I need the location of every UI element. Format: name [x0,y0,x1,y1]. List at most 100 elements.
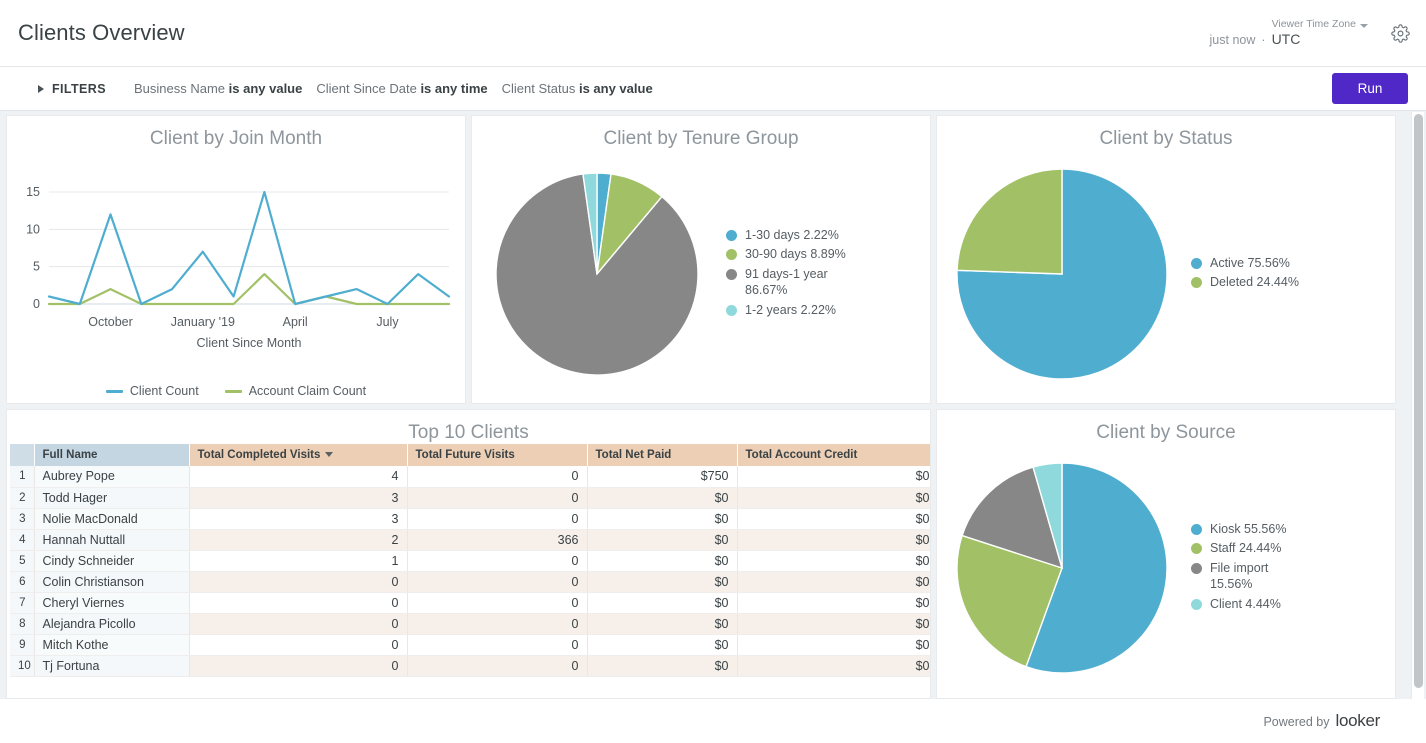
column-header-total-completed-visits[interactable]: Total Completed Visits [189,444,408,466]
table-row[interactable]: 7 Cheryl Viernes 0 0 $0 $0 [10,592,930,614]
table-row[interactable]: 10 Tj Fortuna 0 0 $0 $0 [10,655,930,677]
cell-full-name: Colin Christianson [34,571,190,593]
gear-icon[interactable] [1386,20,1414,48]
filters-label: FILTERS [52,81,106,96]
legend-item[interactable]: 1-2 years 2.22% [726,302,922,319]
scrollbar-thumb[interactable] [1414,114,1423,688]
pie-holder[interactable] [472,169,722,379]
timezone-group[interactable]: just now · Viewer Time Zone UTC [1210,18,1368,49]
filter-chip-client-status[interactable]: Client Status is any value [502,81,653,96]
tile-title: Client by Tenure Group [603,128,799,149]
row-index: 8 [10,613,35,635]
legend-label: 1-30 days 2.22% [745,227,839,242]
cell-full-name: Aubrey Pope [34,466,190,488]
table-row[interactable]: 2 Todd Hager 3 0 $0 $0 [10,487,930,509]
legend-item[interactable]: Kiosk 55.56% [1191,521,1387,538]
pie-legend-tenure: 1-30 days 2.22% 30-90 days 8.89% 91 days… [722,227,930,322]
cell-full-name: Cheryl Viernes [34,592,190,614]
cell-total-future-visits: 366 [407,529,588,551]
table-row[interactable]: 8 Alejandra Picollo 0 0 $0 $0 [10,613,930,635]
cell-full-name: Nolie MacDonald [34,508,190,530]
dashboard-footer: Powered by looker [0,699,1426,743]
cell-total-future-visits: 0 [407,655,588,677]
cell-total-account-credit: $0 [737,571,930,593]
cell-full-name: Hannah Nuttall [34,529,190,551]
pie-chart-tenure [495,172,699,376]
tile-client-by-source[interactable]: Client by Source Kiosk 55.56% Staff 24.4… [936,409,1396,699]
table-row[interactable]: 9 Mitch Kothe 0 0 $0 $0 [10,634,930,656]
legend-swatch [1191,277,1202,288]
vertical-scrollbar[interactable] [1411,112,1424,702]
pie-holder[interactable] [937,164,1187,384]
legend-item[interactable]: 1-30 days 2.22% [726,227,922,244]
table-row[interactable]: 1 Aubrey Pope 4 0 $750 $0 [10,466,930,488]
filter-bar: FILTERS Business Name is any value Clien… [0,67,1426,111]
legend-label: Active 75.56% [1210,255,1290,270]
cell-total-net-paid: $0 [587,487,738,509]
legend-item[interactable]: Client 4.44% [1191,596,1387,613]
cell-total-account-credit: $0 [737,508,930,530]
tile-client-by-join-month[interactable]: Client by Join Month 0 5 10 15 October Januar… [6,115,466,404]
tile-top-10-clients[interactable]: Top 10 Clients Full Name Total Completed… [6,409,931,699]
cell-total-completed-visits: 4 [189,466,408,488]
looker-logo: looker [1335,711,1380,730]
svg-text:October: October [88,315,132,329]
line-chart-svg: 0 5 10 15 October January '19 April July Client … [26,185,451,350]
legend-item[interactable]: 91 days-1 year 86.67% [726,266,922,299]
legend-item[interactable]: Active 75.56% [1191,255,1387,272]
row-index: 10 [10,655,35,677]
row-index: 6 [10,571,35,593]
cell-total-account-credit: $0 [737,613,930,635]
legend-label: 91 days-1 year 86.67% [745,266,828,298]
legend-item[interactable]: Staff 24.44% [1191,540,1387,557]
legend-swatch [1191,562,1202,574]
column-header-total-account-credit[interactable]: Total Account Credit [737,444,930,466]
legend-item[interactable]: 30-90 days 8.89% [726,246,922,263]
tile-client-by-tenure-group[interactable]: Client by Tenure Group 1-30 days 2.22% 3… [471,115,931,404]
table-row[interactable]: 5 Cindy Schneider 1 0 $0 $0 [10,550,930,572]
timezone-block[interactable]: Viewer Time Zone UTC [1272,18,1368,49]
filter-chip-client-since-date[interactable]: Client Since Date is any time [316,81,487,96]
triangle-right-icon [38,84,44,93]
table-row[interactable]: 4 Hannah Nuttall 2 366 $0 $0 [10,529,930,551]
cell-total-account-credit: $0 [737,655,930,677]
tile-title: Client by Join Month [149,128,323,149]
filters-toggle[interactable]: FILTERS [38,82,106,96]
pie-chart-source [956,462,1168,674]
filter-chip-list: Business Name is any value Client Since … [134,81,653,96]
cell-total-net-paid: $0 [587,508,738,530]
legend-label: Deleted 24.44% [1210,275,1299,289]
column-header-full-name[interactable]: Full Name [34,444,190,466]
dashboard-root: Clients Overview just now · Viewer Time … [0,0,1426,743]
legend-item[interactable]: Deleted 24.44% [1191,274,1387,291]
run-button[interactable]: Run [1332,73,1408,104]
cell-total-net-paid: $0 [587,550,738,572]
cell-total-net-paid: $0 [587,655,738,677]
cell-total-account-credit: $0 [737,529,930,551]
column-header-total-net-paid[interactable]: Total Net Paid [587,444,738,466]
filter-value: is any value [578,81,653,96]
filter-field: Business Name [133,81,226,96]
cell-total-future-visits: 0 [407,571,588,593]
legend-item[interactable]: File import 15.56% [1191,560,1387,593]
svg-text:0: 0 [33,297,40,311]
pie-holder[interactable] [937,458,1187,678]
svg-text:Client Since Month: Client Since Month [197,336,302,350]
table-row[interactable]: 3 Nolie MacDonald 3 0 $0 $0 [10,508,930,530]
legend-swatch [726,249,737,261]
filter-chip-business-name[interactable]: Business Name is any value [134,81,302,96]
line-chart[interactable]: 0 5 10 15 October January '19 April July Client … [7,150,465,400]
pie-body: Active 75.56% Deleted 24.44% [937,150,1395,398]
table-row[interactable]: 6 Colin Christianson 0 0 $0 $0 [10,571,930,593]
cell-full-name: Cindy Schneider [34,550,190,572]
cell-total-completed-visits: 0 [189,592,408,614]
header-right-group: just now · Viewer Time Zone UTC [1210,0,1414,67]
timezone-label-text: Viewer Time Zone [1271,18,1356,31]
cell-total-account-credit: $0 [737,634,930,656]
cell-total-net-paid: $0 [587,571,738,593]
tile-client-by-status[interactable]: Client by Status Active 75.56% Deleted 2… [936,115,1396,404]
table-header: Full Name Total Completed Visits Total F… [10,444,930,466]
column-header-total-future-visits[interactable]: Total Future Visits [407,444,588,466]
dashboard-header: Clients Overview just now · Viewer Time … [0,0,1426,67]
pie-body: Kiosk 55.56% Staff 24.44% File import 15… [937,444,1395,692]
